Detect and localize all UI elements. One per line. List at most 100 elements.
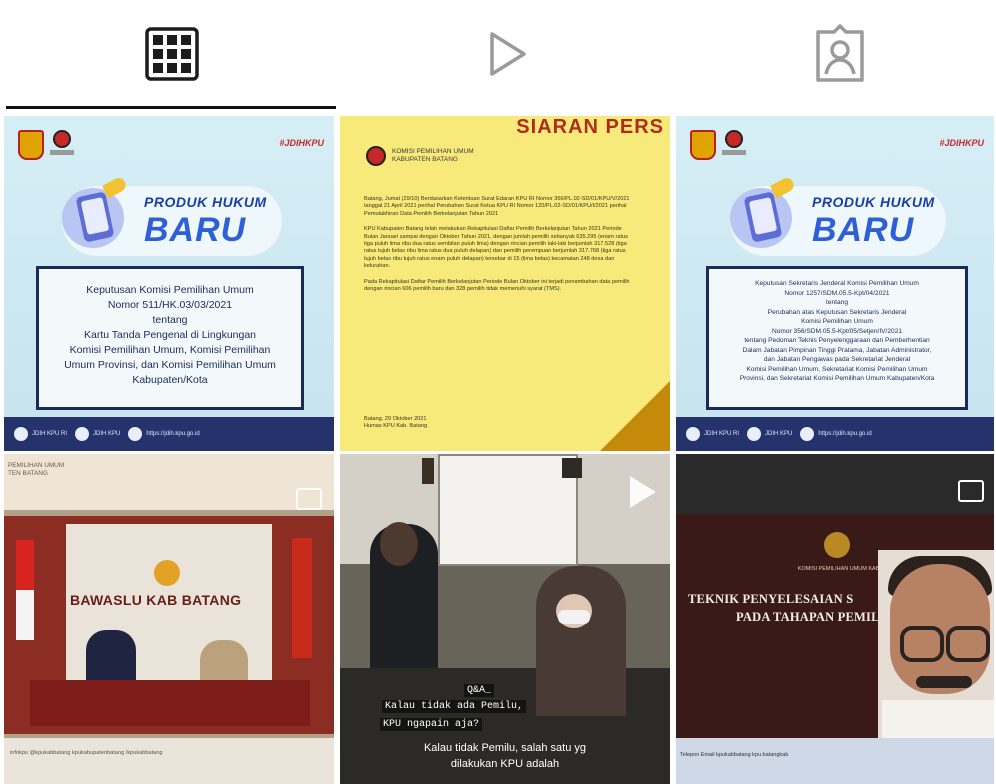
doc-line: Komisi Pemilihan Umum bbox=[801, 318, 873, 325]
carousel-icon bbox=[958, 480, 984, 502]
paragraph: Pada Rekapitulasi Daftar Pemilih Berkela… bbox=[364, 278, 630, 293]
doc-line: Komisi Pemilihan Umum, Sekretariat Komis… bbox=[746, 365, 928, 373]
red-flag bbox=[292, 538, 312, 658]
doc-line: Nomor 356/SDM.05.5-Kpt/05/Setjen/IV/2021 bbox=[771, 327, 903, 335]
tab-reels[interactable] bbox=[340, 0, 672, 108]
bawaslu-emblem-icon bbox=[154, 560, 180, 586]
header-line: TEN BATANG bbox=[8, 470, 48, 477]
post-footer: JDIH KPU RI JDIH KPU https://jdih.kpu.go… bbox=[676, 417, 994, 451]
subtitle-line: dilakukan KPU adalah bbox=[450, 758, 560, 770]
org-name: KOMISI PEMILIHAN UMUM KABUPATEN BATANG bbox=[392, 148, 474, 164]
twitter-icon bbox=[75, 427, 90, 441]
doc-line: Dalam Jabatan Pimpinan Tinggi Pratama, J… bbox=[742, 346, 932, 354]
kpu-logo-icon bbox=[824, 532, 850, 558]
megaphone-phone-icon bbox=[62, 172, 132, 254]
banner-text: BAWASLU KAB BATANG bbox=[70, 592, 242, 608]
document-box: Keputusan Komisi Pemilihan Umum Nomor 51… bbox=[36, 266, 304, 410]
post-footer: JDIH KPU RI JDIH KPU https://jdih.kpu.go… bbox=[4, 417, 334, 451]
hashtag: #JDIHKPU bbox=[939, 138, 984, 148]
globe-icon bbox=[128, 427, 143, 441]
mustache bbox=[916, 676, 972, 688]
headline-line: PADA TAHAPAN PEMILU bbox=[736, 610, 889, 624]
glasses-lens bbox=[946, 626, 990, 662]
header-line: PEMILIHAN UMUM bbox=[8, 462, 65, 469]
footer-text: https://jdih.kpu.go.id bbox=[818, 431, 872, 437]
footer-text: JDIH KPU RI bbox=[704, 431, 740, 437]
title-top: PRODUK HUKUM bbox=[144, 194, 267, 210]
post-produk-hukum-2[interactable]: #JDIHKPU PRODUK HUKUM BARU Keputusan Sek… bbox=[676, 116, 994, 451]
doc-line: Nomor 1257/SDM.05.5-Kpt/04/2021 bbox=[784, 289, 890, 297]
doc-line: Kartu Tanda Pengenal di Lingkungan bbox=[83, 329, 257, 341]
paragraph: Batang, Jumat (29/10) Berdasarkan Ketent… bbox=[364, 196, 630, 217]
meeting-table bbox=[30, 680, 310, 726]
subtitle-line: Kalau tidak Pemilu, salah satu yg bbox=[423, 742, 587, 754]
post-header: PEMILIHAN UMUM TEN BATANG bbox=[4, 454, 334, 510]
carousel-icon bbox=[296, 488, 322, 510]
post-bawaslu-meeting[interactable]: PEMILIHAN UMUM TEN BATANG BAWASLU KAB BA… bbox=[4, 454, 334, 784]
post-produk-hukum-1[interactable]: #JDIHKPU PRODUK HUKUM BARU Keputusan Kom… bbox=[4, 116, 334, 451]
hashtag: #JDIHKPU bbox=[279, 138, 324, 148]
org-line: KABUPATEN BATANG bbox=[392, 156, 458, 163]
indonesian-flag bbox=[16, 540, 34, 640]
regency-logo-icon bbox=[18, 130, 44, 160]
doc-line: Provinsi, dan Sekretariat Komisi Pemilih… bbox=[739, 375, 935, 382]
post-qa-video[interactable]: Q&A_ Kalau tidak ada Pemilu, KPU ngapain… bbox=[340, 454, 670, 784]
instagram-icon bbox=[14, 427, 28, 441]
title-top: PRODUK HUKUM bbox=[812, 194, 935, 210]
signature-name: Humas KPU Kab. Batang bbox=[364, 423, 428, 430]
press-release-body: Batang, Jumat (29/10) Berdasarkan Ketent… bbox=[364, 196, 634, 301]
footer-text: JDIH KPU RI bbox=[32, 431, 68, 437]
video-play-icon bbox=[630, 476, 656, 508]
footer-text: infokpu @kpukabbatang kpukabupatenbatang… bbox=[10, 750, 163, 756]
active-tab-indicator bbox=[6, 106, 336, 109]
caption-qa: Q&A_ bbox=[464, 684, 495, 697]
footer-text: Telepon Email kpukabbatang kpu.batangkab bbox=[680, 752, 789, 758]
tab-tagged[interactable] bbox=[674, 0, 996, 108]
wall-frame bbox=[562, 458, 582, 478]
kpu-logo-icon bbox=[722, 130, 746, 156]
caption-line: KPU ngapain aja? bbox=[380, 718, 483, 731]
post-webinar[interactable]: KOMISI PEMILIHAN UMUM KABUPATEN BATANG T… bbox=[676, 454, 994, 784]
megaphone-phone-icon bbox=[730, 172, 800, 254]
post-siaran-pers[interactable]: SIARAN PERS KOMISI PEMILIHAN UMUM KABUPA… bbox=[340, 116, 670, 451]
doc-line: Umum Provinsi, dan Komisi Pemilihan Umum bbox=[64, 359, 276, 371]
signature-date: Batang, 29 Oktober 2021 bbox=[364, 416, 427, 422]
doc-line: Kabupaten/Kota bbox=[132, 374, 208, 386]
person-head bbox=[380, 522, 418, 566]
post-footer: Telepon Email kpukabbatang kpu.batangkab bbox=[676, 738, 994, 784]
doc-line: Keputusan Sekretaris Jenderal Komisi Pem… bbox=[755, 280, 919, 287]
instagram-icon bbox=[686, 427, 700, 441]
title-big: BARU bbox=[144, 211, 247, 249]
org-line: KOMISI PEMILIHAN UMUM bbox=[392, 148, 474, 155]
footer-text: JDIH KPU bbox=[93, 431, 121, 437]
headline-line: TEKNIK PENYELESAIAN S bbox=[688, 592, 854, 606]
profile-tab-bar bbox=[0, 0, 996, 112]
person bbox=[536, 566, 626, 716]
glasses-lens bbox=[900, 626, 944, 662]
globe-icon bbox=[800, 427, 815, 441]
video-grid-strip bbox=[676, 454, 994, 514]
doc-line: dan Jabatan Pengawas pada Sekretariat Je… bbox=[763, 356, 911, 363]
doc-line: Nomor 511/HK.03/03/2021 bbox=[107, 299, 233, 311]
post-header: #JDIHKPU bbox=[676, 116, 994, 160]
tagged-user-icon bbox=[816, 24, 864, 82]
kpu-logo-icon bbox=[50, 130, 74, 156]
doc-line: Keputusan Komisi Pemilihan Umum bbox=[86, 284, 254, 296]
play-icon bbox=[490, 32, 526, 76]
regency-logo-icon bbox=[690, 130, 716, 160]
caption-line: Kalau tidak ada Pemilu, bbox=[382, 700, 527, 713]
press-release-signature: Batang, 29 Oktober 2021 Humas KPU Kab. B… bbox=[364, 416, 427, 431]
doc-line: Komisi Pemilihan Umum, Komisi Pemilihan bbox=[69, 344, 271, 356]
kpu-logo-icon bbox=[366, 146, 386, 166]
document-box: Keputusan Sekretaris Jenderal Komisi Pem… bbox=[706, 266, 968, 410]
page-fold-decoration bbox=[600, 381, 670, 451]
doc-line: tentang Pedoman Teknis Penyelenggaraan d… bbox=[744, 337, 930, 344]
title-big: BARU bbox=[812, 211, 915, 249]
doc-line: Perubahan atas Keputusan Sekretaris Jend… bbox=[767, 308, 907, 316]
tab-posts-grid[interactable] bbox=[6, 0, 338, 108]
doc-line: tentang bbox=[152, 314, 188, 326]
grid-icon bbox=[145, 27, 199, 81]
wall-frame bbox=[422, 458, 434, 484]
post-footer: infokpu @kpukabbatang kpukabupatenbatang… bbox=[4, 738, 334, 784]
post-header: #JDIHKPU bbox=[4, 116, 334, 160]
